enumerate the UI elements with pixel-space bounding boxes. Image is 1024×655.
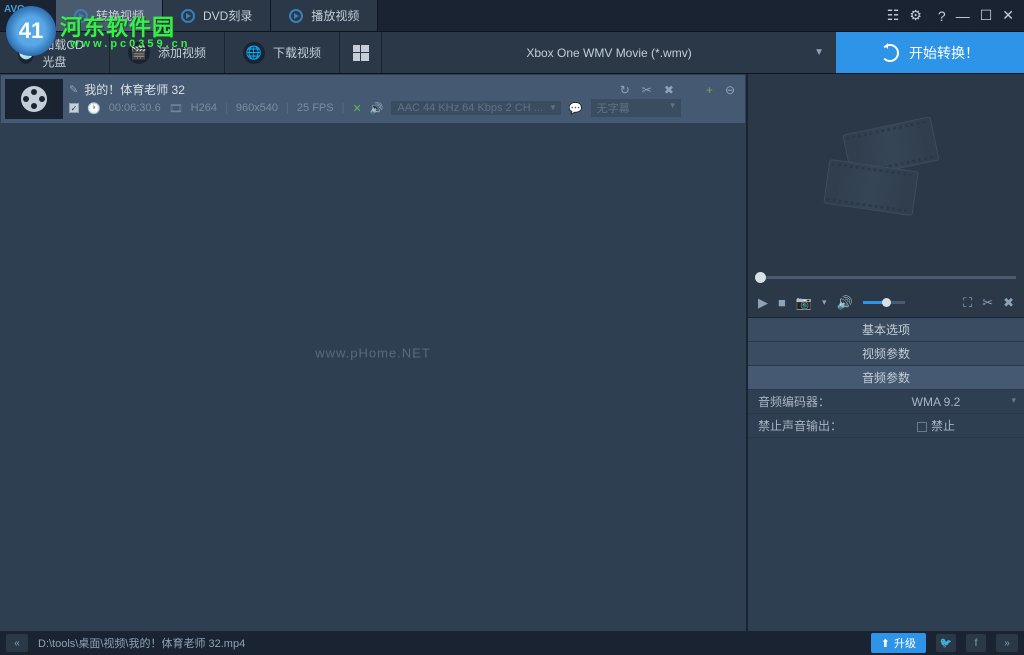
accordion-video[interactable]: 视频参数 — [748, 342, 1024, 366]
toolbar: 💿 加载CD光盘 🎬 添加视频 🌐 下载视频 Xbox One WMV Movi… — [0, 32, 1024, 74]
download-video-label: 下载视频 — [273, 44, 321, 61]
tab-dvd-burn[interactable]: DVD刻录 — [163, 0, 271, 31]
tab-play-video[interactable]: 播放视频 — [271, 0, 378, 31]
file-row[interactable]: ✎ 我的！体育老师 32 ↻ ✂ ✖ + ⊖ ✓ 🕐 00:06:30.6 🎞 — [1, 75, 745, 123]
play-icon — [289, 9, 303, 23]
preview-panel: ▶ ■ 📷 ▾ 🔊 ⛶ ✂ ✖ 基本选项 视频参数 音频参数 音频编码器： WM… — [746, 74, 1024, 631]
speaker-icon: 🔊 — [370, 102, 384, 115]
start-convert-button[interactable]: 开始转换！ — [836, 32, 1024, 73]
subtitle-icon: 💬 — [569, 102, 583, 115]
add-video-icon: 🎬 — [128, 42, 150, 64]
volume-icon[interactable]: 🔊 — [837, 295, 853, 311]
clock-icon: 🕐 — [87, 102, 101, 115]
file-resolution: 960x540 — [236, 102, 278, 114]
reel-icon — [21, 86, 47, 112]
tab-convert-video[interactable]: 转换视频 — [56, 0, 163, 31]
convert-icon — [74, 9, 88, 23]
snapshot-button[interactable]: 📷 — [796, 295, 812, 311]
format-label: Xbox One WMV Movie (*.wmv) — [526, 46, 691, 60]
expand-button[interactable]: » — [996, 634, 1018, 652]
convert-icon — [881, 44, 899, 62]
mute-label: 禁止声音输出： — [748, 417, 848, 434]
encoder-value: WMA 9.2 — [912, 395, 961, 409]
windows-icon — [353, 45, 369, 61]
subtitle-label: 无字幕 — [597, 103, 630, 115]
stop-button[interactable]: ■ — [778, 295, 786, 310]
tab-dvd-label: DVD刻录 — [203, 7, 252, 24]
encoder-label: 音频编码器： — [748, 393, 848, 410]
refresh-file-button[interactable]: ↻ — [620, 83, 630, 97]
collapse-button[interactable]: « — [6, 634, 28, 652]
mute-checkbox[interactable] — [917, 422, 927, 432]
mute-value: 禁止 — [931, 419, 955, 433]
add-file-button[interactable]: + — [706, 83, 713, 97]
start-convert-label: 开始转换！ — [909, 43, 979, 63]
snapshot-caret[interactable]: ▾ — [822, 297, 827, 308]
seek-bar[interactable] — [748, 266, 1024, 288]
cut-button[interactable]: ✂ — [982, 295, 993, 311]
tab-convert-label: 转换视频 — [96, 7, 144, 24]
center-watermark: www.pHome.NET — [315, 345, 431, 360]
volume-slider[interactable] — [863, 301, 905, 304]
dvd-icon — [181, 9, 195, 23]
file-list-panel: ✎ 我的！体育老师 32 ↻ ✂ ✖ + ⊖ ✓ 🕐 00:06:30.6 🎞 — [0, 74, 746, 631]
cd-icon: 💿 — [18, 42, 34, 64]
cut-file-button[interactable]: ✂ — [642, 83, 652, 97]
output-format-select[interactable]: Xbox One WMV Movie (*.wmv) ▼ — [382, 32, 836, 73]
file-fps: 25 FPS — [297, 102, 334, 114]
remove-file-button[interactable]: ⊖ — [725, 83, 735, 97]
audio-track-label: AAC 44 KHz 64 Kbps 2 CH ... — [397, 102, 543, 114]
file-path: D:\tools\桌面\视频\我的！体育老师 32.mp4 — [38, 635, 245, 651]
file-name: 我的！体育老师 32 — [84, 81, 185, 98]
seek-thumb[interactable] — [755, 272, 766, 283]
edit-name-icon[interactable]: ✎ — [69, 83, 78, 96]
caret-down-icon: ▼ — [549, 103, 557, 112]
play-button[interactable]: ▶ — [758, 295, 768, 311]
upgrade-label: 升级 — [894, 635, 916, 651]
facebook-button[interactable]: f — [966, 634, 986, 652]
xbox-icon: ✕ — [352, 102, 361, 115]
upgrade-arrow-icon: ⬆ — [881, 637, 890, 650]
list-button[interactable]: ☷ — [887, 7, 900, 24]
subtitle-select[interactable]: 无字幕 ▼ — [591, 99, 681, 117]
accordion-audio[interactable]: 音频参数 — [748, 366, 1024, 390]
film-icon: 🎞 — [169, 102, 183, 115]
preview-box — [748, 74, 1024, 266]
fullscreen-button[interactable]: ⛶ — [963, 295, 972, 311]
param-audio-encoder[interactable]: 音频编码器： WMA 9.2 ▾ — [748, 390, 1024, 414]
add-video-label: 添加视频 — [158, 44, 206, 61]
player-controls: ▶ ■ 📷 ▾ 🔊 ⛶ ✂ ✖ — [748, 288, 1024, 318]
load-cd-label: 加载CD光盘 — [42, 36, 91, 70]
upgrade-button[interactable]: ⬆ 升级 — [871, 633, 926, 653]
file-checkbox[interactable]: ✓ — [69, 103, 79, 113]
window-controls: ☷ ⚙ ? — ☐ ✕ — [877, 0, 1024, 31]
download-video-button[interactable]: 🌐 下载视频 — [225, 32, 340, 73]
caret-down-icon: ▾ — [1011, 395, 1016, 406]
file-duration: 00:06:30.6 — [109, 102, 161, 114]
accordion-basic[interactable]: 基本选项 — [748, 318, 1024, 342]
caret-down-icon: ▼ — [669, 101, 677, 110]
param-mute-output[interactable]: 禁止声音输出： 禁止 — [748, 414, 1024, 438]
title-bar: AVC 转换视频 DVD刻录 播放视频 ☷ ⚙ ? — ☐ ✕ — [0, 0, 1024, 32]
twitter-button[interactable]: 🐦 — [936, 634, 956, 652]
minimize-button[interactable]: — — [956, 8, 970, 24]
status-bar: « D:\tools\桌面\视频\我的！体育老师 32.mp4 ⬆ 升级 🐦 f… — [0, 631, 1024, 655]
app-logo: AVC — [0, 0, 56, 31]
load-cd-button[interactable]: 💿 加载CD光盘 — [0, 32, 110, 73]
adjust-file-button[interactable]: ✖ — [664, 83, 674, 97]
file-thumbnail — [5, 79, 63, 119]
help-button[interactable]: ? — [938, 8, 946, 24]
maximize-button[interactable]: ☐ — [980, 7, 993, 24]
add-video-button[interactable]: 🎬 添加视频 — [110, 32, 225, 73]
film-strip-icon — [816, 115, 956, 225]
platform-button[interactable] — [340, 32, 382, 73]
file-codec: H264 — [191, 102, 217, 114]
audio-track-select[interactable]: AAC 44 KHz 64 Kbps 2 CH ... ▼ — [391, 101, 561, 115]
close-button[interactable]: ✕ — [1002, 7, 1014, 24]
tab-play-label: 播放视频 — [311, 7, 359, 24]
caret-down-icon: ▼ — [814, 47, 824, 58]
settings-button[interactable]: ⚙ — [909, 7, 922, 24]
download-icon: 🌐 — [243, 42, 265, 64]
adjust-button[interactable]: ✖ — [1003, 295, 1014, 311]
